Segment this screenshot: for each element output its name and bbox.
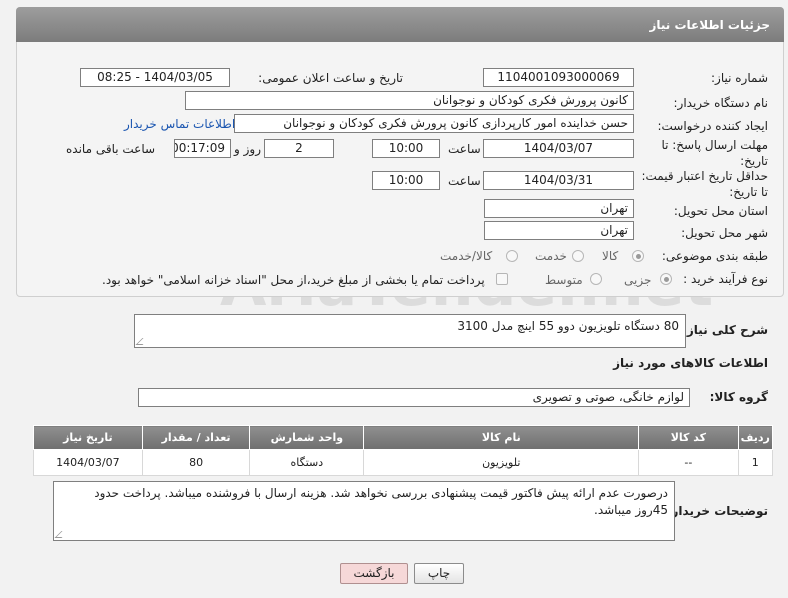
buyer-org-field: کانون پرورش فکری کودکان و نوجوانان bbox=[185, 91, 634, 110]
response-deadline-label-line1: مهلت ارسال پاسخ: تا bbox=[661, 138, 768, 152]
price-validity-label-line1: حداقل تاریخ اعتبار قیمت: bbox=[641, 169, 768, 183]
purchase-type-option-minor: جزیی bbox=[624, 273, 652, 287]
buyer-notes-field: درصورت عدم ارائه پیش فاکتور قیمت پیشنهاد… bbox=[53, 481, 675, 541]
page-title: جزئیات اطلاعات نیاز bbox=[649, 18, 770, 32]
city-label: شهر محل تحویل: bbox=[681, 226, 768, 240]
category-radio-goods[interactable] bbox=[632, 250, 644, 262]
table-header-row: ردیف کد کالا نام کالا واحد شمارش تعداد /… bbox=[33, 425, 774, 450]
announce-datetime-field: 1404/03/05 - 08:25 bbox=[80, 68, 230, 87]
goods-group-label: گروه کالا: bbox=[709, 390, 768, 404]
remaining-time-label: ساعت باقی مانده bbox=[66, 142, 156, 156]
province-label: استان محل تحویل: bbox=[673, 204, 768, 218]
buyer-contact-link[interactable]: اطلاعات تماس خریدار bbox=[124, 117, 235, 131]
purchase-type-radio-medium[interactable] bbox=[590, 273, 602, 285]
resize-handle-icon[interactable] bbox=[54, 531, 69, 538]
response-time-field: 10:00 bbox=[372, 139, 440, 158]
price-validity-time-field: 10:00 bbox=[372, 171, 440, 190]
cell-name: تلویزیون bbox=[363, 449, 640, 476]
response-time-label: ساعت bbox=[448, 142, 481, 156]
description-field: 80 دستگاه تلویزیون دوو 55 اینچ مدل 3100 bbox=[134, 314, 686, 348]
category-option-goods-service: کالا/خدمت bbox=[440, 249, 493, 263]
goods-table: ردیف کد کالا نام کالا واحد شمارش تعداد /… bbox=[33, 425, 774, 476]
announce-datetime-label: تاریخ و ساعت اعلان عمومی: bbox=[258, 71, 403, 85]
col-unit-header: واحد شمارش bbox=[249, 425, 365, 450]
goods-group-field: لوازم خانگی، صوتی و تصویری bbox=[138, 388, 690, 407]
response-date-field: 1404/03/07 bbox=[483, 139, 634, 158]
col-date-header: تاریخ نیاز bbox=[33, 425, 143, 450]
resize-handle-icon[interactable] bbox=[135, 338, 150, 345]
price-validity-label: حداقل تاریخ اعتبار قیمت: تا تاریخ: bbox=[641, 168, 768, 200]
col-name-header: نام کالا bbox=[363, 425, 640, 450]
buyer-notes-label: توضیحات خریدار: bbox=[666, 504, 768, 518]
buyer-notes-text: درصورت عدم ارائه پیش فاکتور قیمت پیشنهاد… bbox=[94, 486, 668, 517]
category-label: طبقه بندی موضوعی: bbox=[661, 249, 768, 263]
treasury-note: پرداخت تمام یا بخشی از مبلغ خرید،از محل … bbox=[102, 273, 485, 287]
cell-code: -- bbox=[638, 449, 739, 476]
cell-unit: دستگاه bbox=[249, 449, 365, 476]
category-option-goods: کالا bbox=[602, 249, 619, 263]
goods-section-title: اطلاعات کالاهای مورد نیاز bbox=[613, 356, 768, 370]
price-validity-time-label: ساعت bbox=[448, 174, 481, 188]
col-qty-header: تعداد / مقدار bbox=[141, 425, 251, 450]
need-number-field: 1104001093000069 bbox=[483, 68, 634, 87]
cell-date: 1404/03/07 bbox=[33, 449, 143, 476]
city-field: تهران bbox=[484, 221, 634, 240]
table-row: 1 -- تلویزیون دستگاه 80 1404/03/07 bbox=[33, 449, 774, 476]
print-button[interactable]: چاپ bbox=[414, 563, 464, 584]
remaining-time-field: 00:17:09 bbox=[174, 139, 231, 158]
province-field: تهران bbox=[484, 199, 634, 218]
description-label: شرح کلی نیاز: bbox=[682, 323, 768, 337]
purchase-type-label: نوع فرآیند خرید : bbox=[683, 272, 768, 286]
treasury-checkbox[interactable] bbox=[496, 273, 508, 285]
buyer-org-label: نام دستگاه خریدار: bbox=[673, 96, 769, 110]
panel-header: جزئیات اطلاعات نیاز bbox=[16, 7, 784, 42]
category-radio-service[interactable] bbox=[572, 250, 584, 262]
category-option-service: خدمت bbox=[535, 249, 567, 263]
price-validity-date-field: 1404/03/31 bbox=[483, 171, 634, 190]
need-number-label: شماره نیاز: bbox=[711, 71, 768, 85]
purchase-type-option-medium: متوسط bbox=[545, 273, 583, 287]
requester-field: حسن خداینده امور کارپردازی کانون پرورش ف… bbox=[234, 114, 634, 133]
purchase-type-radio-minor[interactable] bbox=[660, 273, 672, 285]
col-code-header: کد کالا bbox=[638, 425, 739, 450]
cell-row: 1 bbox=[737, 449, 774, 476]
back-button[interactable]: بازگشت bbox=[340, 563, 408, 584]
requester-label: ایجاد کننده درخواست: bbox=[657, 119, 768, 133]
category-radio-goods-service[interactable] bbox=[506, 250, 518, 262]
price-validity-label-line2: تا تاریخ: bbox=[729, 185, 768, 199]
response-deadline-label: مهلت ارسال پاسخ: تا تاریخ: bbox=[661, 137, 768, 169]
response-days-label: روز و bbox=[234, 142, 261, 156]
cell-qty: 80 bbox=[141, 449, 251, 476]
response-deadline-label-line2: تاریخ: bbox=[740, 154, 768, 168]
description-text: 80 دستگاه تلویزیون دوو 55 اینچ مدل 3100 bbox=[457, 319, 679, 333]
response-days-field: 2 bbox=[264, 139, 334, 158]
col-row-header: ردیف bbox=[737, 425, 774, 450]
